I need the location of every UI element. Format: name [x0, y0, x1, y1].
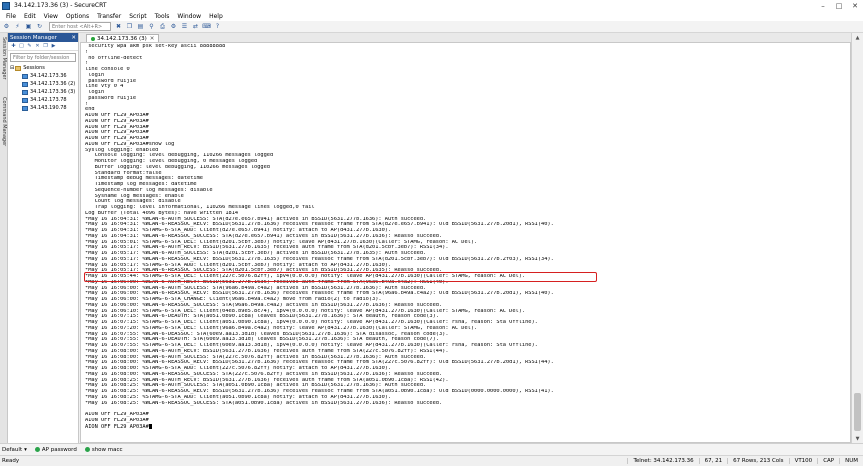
- ap-password-button[interactable]: AP password: [34, 447, 77, 453]
- button-bar-default[interactable]: Default ▾: [2, 447, 27, 453]
- window-title: 34.142.173.36 (3) - SecureCRT: [14, 2, 107, 9]
- status-size: 67 Rows, 213 Cols: [727, 458, 788, 464]
- monitor-icon: [22, 97, 28, 103]
- prompt-text: AION OFF FL29_AP03A#: [85, 423, 149, 430]
- side-tab-command-manager[interactable]: Command Manager: [1, 97, 7, 146]
- copy-icon[interactable]: ❐: [125, 22, 134, 31]
- status-ready: Ready: [2, 458, 20, 464]
- find-icon[interactable]: ⚲: [147, 22, 156, 31]
- side-tab-session-manager[interactable]: Session Manager: [1, 37, 7, 80]
- status-fields: Telnet: 34.142.173.36 67, 21 67 Rows, 21…: [627, 458, 863, 464]
- new-session-icon[interactable]: ✚: [10, 43, 17, 50]
- button-icon: [84, 447, 90, 452]
- menu-bar: File Edit View Options Transfer Script T…: [0, 11, 863, 21]
- menu-help[interactable]: Help: [205, 13, 227, 20]
- scroll-up-icon[interactable]: ▲: [852, 33, 863, 42]
- side-tab-strip: Session Manager Command Manager: [0, 33, 8, 443]
- terminal-output[interactable]: security wpa akm psk set-key ascii 88888…: [80, 42, 851, 443]
- button-bar: Default ▾ AP password show macc: [0, 443, 863, 455]
- collapse-icon[interactable]: ⊟: [10, 65, 14, 71]
- sessions-folder[interactable]: ⊟ Sessions: [8, 64, 78, 72]
- disconnect-icon[interactable]: ✖: [114, 22, 123, 31]
- session-manager-title: Session Manager: [10, 34, 57, 41]
- connect-session-icon[interactable]: ▶: [50, 43, 57, 50]
- maximize-icon[interactable]: □: [831, 0, 847, 11]
- monitor-icon: [22, 81, 28, 87]
- close-icon[interactable]: ✕: [847, 0, 863, 11]
- session-item[interactable]: 34.143.190.78: [8, 104, 78, 112]
- monitor-icon: [22, 73, 28, 79]
- delete-icon[interactable]: ✕: [34, 43, 41, 50]
- help-icon[interactable]: ?: [213, 22, 222, 31]
- session-item[interactable]: 34.142.173.36 (3): [8, 88, 78, 96]
- session-manager-panel: Session Manager ✕ ✚ □ ✎ ✕ ❐ ▶ ⊟ Sessions…: [8, 33, 79, 443]
- new-folder-icon[interactable]: □: [18, 43, 25, 50]
- session-tab-label: 34.142.173.36 (3): [97, 35, 147, 42]
- status-terminal-type: VT100: [788, 458, 818, 464]
- terminal-scrollbar[interactable]: ▲ ▼: [851, 33, 863, 443]
- keymap-icon[interactable]: ⌨: [202, 22, 211, 31]
- sftp-icon[interactable]: ⇄: [191, 22, 200, 31]
- quick-connect-icon[interactable]: ⚡: [13, 22, 22, 31]
- monitor-icon: [22, 105, 28, 111]
- close-panel-icon[interactable]: ✕: [71, 35, 78, 41]
- status-connection: Telnet: 34.142.173.36: [627, 458, 698, 464]
- status-cursor: 67, 21: [698, 458, 728, 464]
- minimize-icon[interactable]: –: [815, 0, 831, 11]
- status-caps: CAP: [817, 458, 839, 464]
- highlight-annotation-box: [84, 272, 597, 282]
- dropdown-icon: ▾: [24, 446, 27, 453]
- toolbar: ⚙ ⚡ ▣ ↻ ✖ ❐ ▤ ⚲ ⎙ ⚙ ☰ ⇄ ⌨ ?: [0, 21, 863, 33]
- scroll-down-icon[interactable]: ▼: [852, 434, 863, 443]
- settings-icon[interactable]: ⚙: [169, 22, 178, 31]
- menu-options[interactable]: Options: [62, 13, 93, 20]
- session-manager-header: Session Manager ✕: [8, 33, 78, 42]
- terminal-cursor: [148, 423, 152, 429]
- close-tab-icon[interactable]: ✕: [150, 36, 155, 42]
- session-item[interactable]: 34.142.173.36 (2): [8, 80, 78, 88]
- session-item[interactable]: 34.142.173.78: [8, 96, 78, 104]
- terminal-lines: security wpa akm psk set-key ascii 88888…: [81, 43, 850, 429]
- global-options-icon[interactable]: ☰: [180, 22, 189, 31]
- menu-tools[interactable]: Tools: [151, 13, 174, 20]
- securecrt-window: 34.142.173.36 (3) - SecureCRT – □ ✕ File…: [0, 0, 863, 466]
- menu-script[interactable]: Script: [125, 13, 150, 20]
- copy-session-icon[interactable]: ❐: [42, 43, 49, 50]
- session-filter-input[interactable]: [10, 53, 76, 62]
- app-icon: [2, 1, 10, 10]
- show-macc-button[interactable]: show macc: [84, 447, 123, 453]
- connect-icon[interactable]: ⚙: [2, 22, 11, 31]
- reconnect-icon[interactable]: ↻: [35, 22, 44, 31]
- title-bar: 34.142.173.36 (3) - SecureCRT – □ ✕: [0, 0, 863, 11]
- menu-transfer[interactable]: Transfer: [93, 13, 125, 20]
- menu-view[interactable]: View: [40, 13, 62, 20]
- status-bar: Ready Telnet: 34.142.173.36 67, 21 67 Ro…: [0, 455, 863, 466]
- status-num: NUM: [839, 458, 863, 464]
- menu-window[interactable]: Window: [173, 13, 205, 20]
- session-tab-bar: 34.142.173.36 (3) ✕: [80, 33, 851, 42]
- folder-icon: [15, 65, 22, 71]
- session-item[interactable]: 34.142.173.36: [8, 72, 78, 80]
- terminal-line: AION OFF FL29_AP03A#: [85, 423, 850, 430]
- scrollbar-thumb[interactable]: [854, 393, 861, 431]
- window-controls: – □ ✕: [815, 0, 863, 11]
- print-icon[interactable]: ⎙: [158, 22, 167, 31]
- host-input[interactable]: [49, 22, 111, 31]
- session-manager-toolbar: ✚ □ ✎ ✕ ❐ ▶: [8, 42, 78, 51]
- monitor-icon: [22, 89, 28, 95]
- session-tab[interactable]: 34.142.173.36 (3) ✕: [86, 34, 160, 42]
- connected-status-icon: [91, 36, 95, 41]
- connect-tab-icon[interactable]: ▣: [24, 22, 33, 31]
- menu-edit[interactable]: Edit: [20, 13, 40, 20]
- properties-icon[interactable]: ✎: [26, 43, 33, 50]
- menu-file[interactable]: File: [2, 13, 20, 20]
- button-icon: [34, 447, 40, 452]
- paste-icon[interactable]: ▤: [136, 22, 145, 31]
